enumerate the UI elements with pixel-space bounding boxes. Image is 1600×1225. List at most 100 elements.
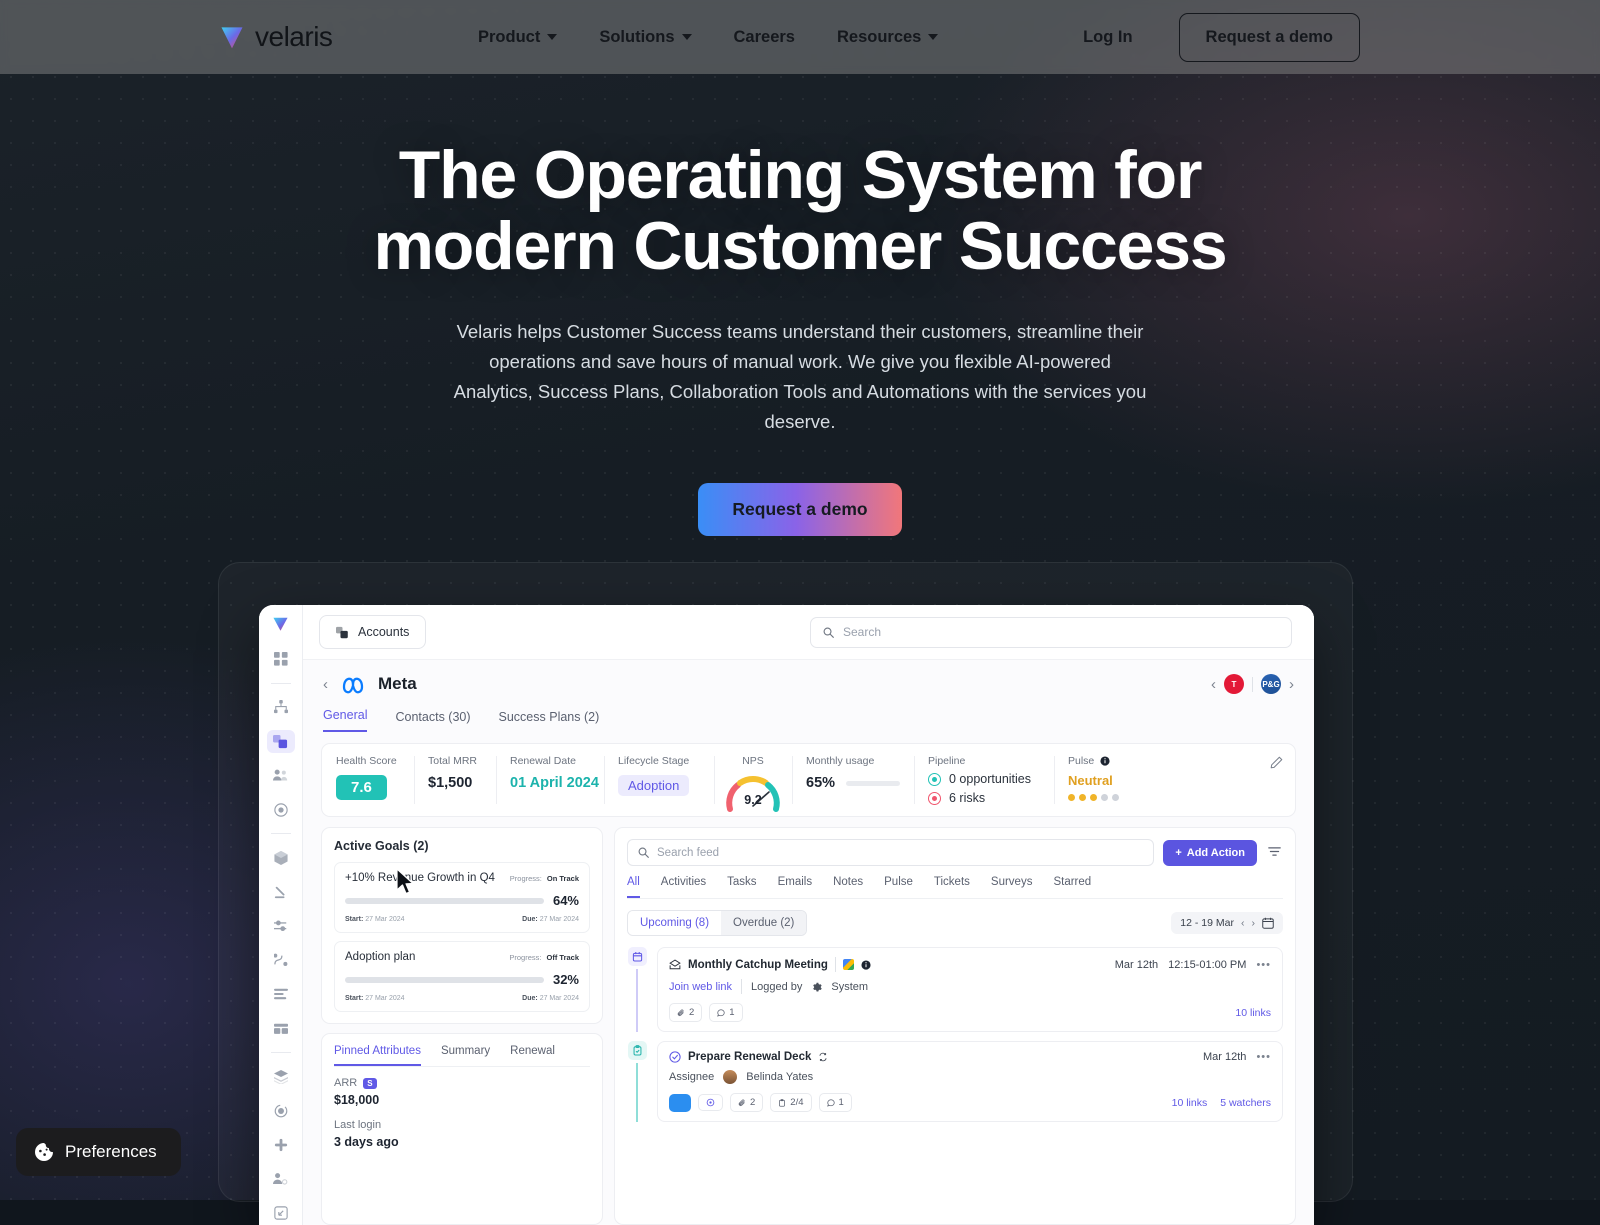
metric-lifecycle-stage-label: Lifecycle Stage <box>618 755 690 767</box>
feed-item-card[interactable]: Monthly Catchup Meeting Mar 12th 12:15-0… <box>657 947 1283 1032</box>
feed-item-card[interactable]: Prepare Renewal Deck Mar 12th ••• Assign… <box>657 1041 1283 1122</box>
tab-renewal[interactable]: Renewal <box>510 1045 555 1066</box>
feed-search-input[interactable]: Search feed <box>627 839 1155 866</box>
info-icon[interactable] <box>1100 756 1110 766</box>
hero-subtitle: Velaris helps Customer Success teams und… <box>453 321 1147 433</box>
sidebar-item-settings-sliders[interactable] <box>267 915 295 938</box>
feed-tab-notes[interactable]: Notes <box>833 876 863 898</box>
sidebar-item-tools[interactable] <box>267 880 295 903</box>
sidebar-item-layers[interactable] <box>267 1065 295 1088</box>
goal-start-date: 27 Mar 2024 <box>365 995 405 1002</box>
feed-tab-tasks[interactable]: Tasks <box>727 876 756 898</box>
add-action-button[interactable]: + Add Action <box>1163 839 1257 866</box>
priority-chip[interactable] <box>698 1094 723 1111</box>
comments-chip[interactable]: 1 <box>818 1093 852 1112</box>
app-topbar: Accounts Search <box>303 605 1314 660</box>
links-count[interactable]: 10 links <box>1172 1097 1208 1109</box>
attribute-arr-label: ARR <box>334 1077 358 1089</box>
tesla-logo-icon[interactable]: T <box>1224 674 1244 694</box>
metric-total-mrr-label: Total MRR <box>428 755 478 767</box>
feed-tab-tickets[interactable]: Tickets <box>934 876 970 898</box>
sidebar-item-automations[interactable] <box>267 949 295 972</box>
pg-logo-icon[interactable]: P&G <box>1261 674 1281 694</box>
tab-pinned-attributes[interactable]: Pinned Attributes <box>334 1045 421 1066</box>
sidebar-item-contacts[interactable] <box>267 764 295 787</box>
metrics-strip: Health Score 7.6 Total MRR $1,500 Renewa… <box>321 743 1296 817</box>
date-prev-icon[interactable]: ‹ <box>1241 917 1245 929</box>
attachments-chip[interactable]: 2 <box>669 1003 703 1022</box>
subtasks-count: 2/4 <box>790 1097 804 1108</box>
metric-health-score-value: 7.6 <box>336 775 387 800</box>
back-chevron-icon[interactable]: ‹ <box>323 676 328 693</box>
request-demo-nav-button[interactable]: Request a demo <box>1178 12 1360 62</box>
people-icon <box>273 769 288 781</box>
status-flag-chip[interactable] <box>669 1093 691 1112</box>
feed-tab-surveys[interactable]: Surveys <box>991 876 1033 898</box>
subtasks-chip[interactable]: 2/4 <box>770 1093 812 1112</box>
metric-total-mrr-value: $1,500 <box>428 775 473 791</box>
plus-icon: + <box>1175 846 1182 859</box>
nav-item-product[interactable]: Product <box>478 28 558 47</box>
goal-status: On Track <box>546 874 579 883</box>
join-web-link[interactable]: Join web link <box>669 981 732 993</box>
info-icon[interactable] <box>861 959 871 970</box>
sidebar-item-add[interactable] <box>267 1134 295 1157</box>
metric-nps: NPS 9.2 <box>714 744 792 816</box>
feed-tab-starred[interactable]: Starred <box>1053 876 1091 898</box>
nav-item-resources[interactable]: Resources <box>837 28 939 47</box>
feed-tab-emails[interactable]: Emails <box>778 876 813 898</box>
comment-icon <box>717 1008 725 1017</box>
chevron-down-icon <box>928 34 939 40</box>
google-meet-icon[interactable] <box>842 959 854 970</box>
goal-item[interactable]: Adoption plan Progress:Off Track 32% St <box>334 941 590 1012</box>
sidebar-item-reports[interactable] <box>267 1099 295 1122</box>
prev-account-icon[interactable]: ‹ <box>1211 676 1216 693</box>
sidebar-item-tables[interactable] <box>267 1017 295 1040</box>
links-count[interactable]: 10 links <box>1235 1007 1271 1019</box>
active-goals-title: Active Goals (2) <box>334 839 429 853</box>
check-circle-icon[interactable] <box>669 1051 681 1063</box>
feed-tab-all[interactable]: All <box>627 876 640 898</box>
attachments-chip[interactable]: 2 <box>730 1093 764 1112</box>
preferences-button[interactable]: Preferences <box>16 1128 181 1176</box>
sidebar-item-accounts[interactable] <box>266 729 295 753</box>
watchers-count[interactable]: 5 watchers <box>1220 1097 1271 1109</box>
target-icon <box>706 1098 715 1107</box>
nav-item-careers[interactable]: Careers <box>734 28 795 47</box>
sidebar-item-pulse[interactable] <box>267 798 295 821</box>
tab-success-plans[interactable]: Success Plans (2) <box>499 710 600 732</box>
calendar-icon[interactable] <box>1262 917 1274 929</box>
goal-item[interactable]: +10% Revenue Growth in Q4 Progress: On Tr… <box>334 862 590 933</box>
filter-icon[interactable] <box>1266 845 1283 861</box>
more-options-icon[interactable]: ••• <box>1256 1051 1271 1063</box>
comments-chip[interactable]: 1 <box>709 1003 743 1022</box>
login-link[interactable]: Log In <box>1083 28 1132 47</box>
sidebar-item-products[interactable] <box>267 846 295 869</box>
feed-tab-pulse[interactable]: Pulse <box>884 876 913 898</box>
date-next-icon[interactable]: › <box>1252 917 1256 929</box>
add-action-label: Add Action <box>1186 846 1245 859</box>
segment-overdue[interactable]: Overdue (2) <box>721 911 807 935</box>
sidebar-item-expand[interactable] <box>267 1202 295 1225</box>
tab-summary[interactable]: Summary <box>441 1045 490 1066</box>
comments-count: 1 <box>838 1097 844 1108</box>
nav-item-solutions[interactable]: Solutions <box>599 28 692 47</box>
sidebar-item-add-user[interactable] <box>267 1168 295 1191</box>
feed-tab-activities[interactable]: Activities <box>661 876 706 898</box>
segment-upcoming[interactable]: Upcoming (8) <box>628 911 722 935</box>
accounts-button[interactable]: Accounts <box>319 615 427 649</box>
request-demo-hero-button[interactable]: Request a demo <box>698 483 902 537</box>
more-options-icon[interactable]: ••• <box>1256 959 1271 971</box>
next-account-icon[interactable]: › <box>1289 676 1294 693</box>
edit-pencil-icon[interactable] <box>1270 744 1295 772</box>
tab-contacts[interactable]: Contacts (30) <box>395 710 470 732</box>
brand-logo[interactable]: velaris <box>218 21 333 53</box>
tab-general[interactable]: General <box>323 708 368 732</box>
sidebar-item-hierarchy[interactable] <box>267 696 295 719</box>
sidebar-item-notes[interactable] <box>267 983 295 1006</box>
global-search-input[interactable]: Search <box>810 616 1292 648</box>
hero-section: The Operating System for modern Customer… <box>0 140 1600 537</box>
goal-due: Due: 27 Mar 2024 <box>522 916 579 923</box>
pipeline-opportunities: 0 opportunities <box>928 772 1040 786</box>
sidebar-item-dashboard[interactable] <box>267 647 295 670</box>
